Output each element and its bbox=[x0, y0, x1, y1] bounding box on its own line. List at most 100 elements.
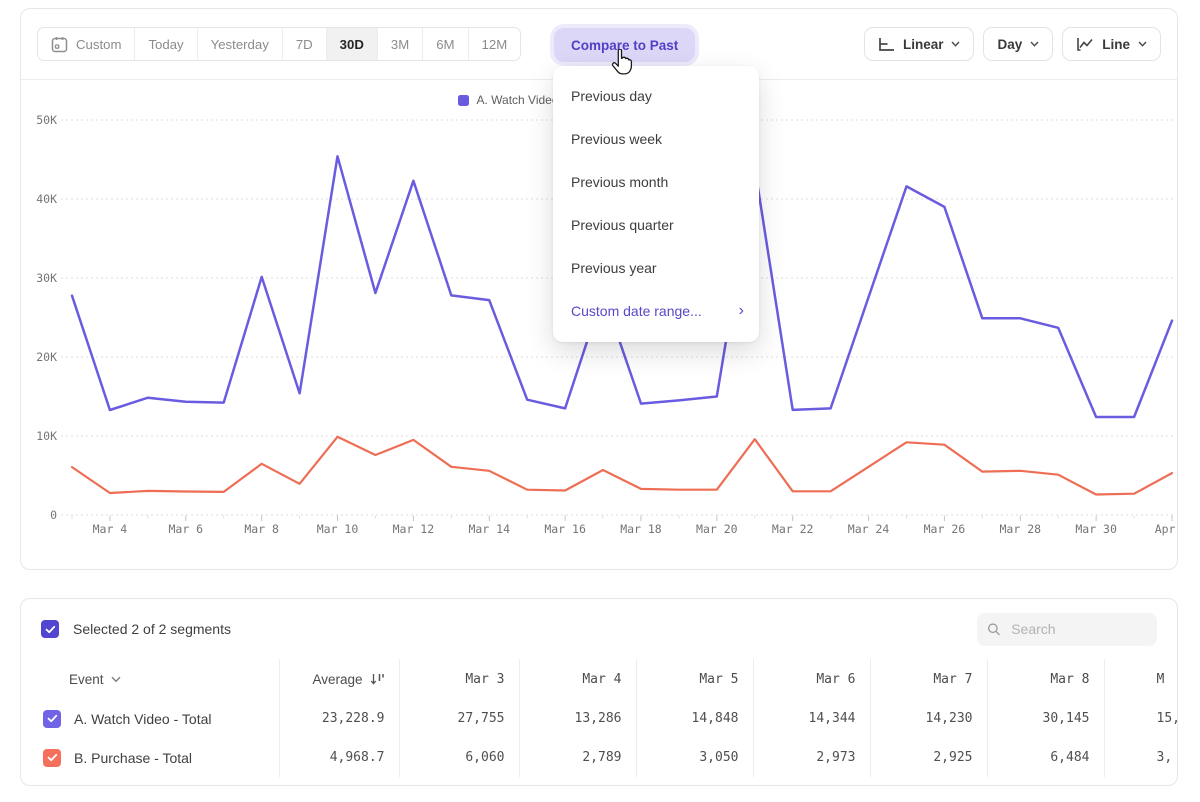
menu-item-previous-quarter[interactable]: Previous quarter bbox=[553, 203, 759, 246]
interval-select-button[interactable]: Day bbox=[983, 27, 1053, 61]
event-header-label: Event bbox=[69, 672, 104, 687]
selected-summary: Selected 2 of 2 segments bbox=[73, 621, 231, 637]
chevron-right-icon: › bbox=[739, 303, 744, 319]
check-icon bbox=[45, 625, 56, 634]
svg-text:30K: 30K bbox=[36, 271, 57, 285]
scale-label: Linear bbox=[903, 37, 944, 52]
segments-table: Event Average Mar 3Mar 4Mar 5Mar 6Mar 7Mar… bbox=[21, 659, 1178, 777]
date-column-header[interactable]: Mar 6 bbox=[753, 659, 870, 699]
search-input[interactable] bbox=[1009, 620, 1147, 638]
svg-text:40K: 40K bbox=[36, 192, 57, 206]
sort-descending-icon bbox=[370, 673, 385, 686]
svg-text:Mar 8: Mar 8 bbox=[244, 522, 279, 536]
menu-item-custom-date-range[interactable]: Custom date range... › bbox=[553, 289, 759, 332]
range-12m[interactable]: 12M bbox=[468, 28, 521, 60]
event-column-header[interactable]: Event bbox=[21, 659, 279, 699]
search-box bbox=[977, 613, 1157, 646]
date-column-header[interactable]: Mar 3 bbox=[399, 659, 519, 699]
svg-text:Mar 26: Mar 26 bbox=[924, 522, 966, 536]
range-30d[interactable]: 30D bbox=[326, 28, 377, 60]
range-today[interactable]: Today bbox=[134, 28, 196, 60]
average-header-label: Average bbox=[312, 672, 362, 687]
compare-to-past-menu: Previous dayPrevious weekPrevious monthP… bbox=[553, 66, 759, 342]
svg-text:Mar 20: Mar 20 bbox=[696, 522, 738, 536]
analytics-page: { "toolbar": { "date_ranges": ["Custom",… bbox=[0, 0, 1200, 802]
svg-text:Mar 10: Mar 10 bbox=[317, 522, 359, 536]
svg-text:20K: 20K bbox=[36, 350, 57, 364]
scale-select-button[interactable]: Linear bbox=[864, 27, 975, 61]
svg-text:Mar 14: Mar 14 bbox=[468, 522, 510, 536]
segments-header: Selected 2 of 2 segments bbox=[21, 599, 1177, 659]
svg-text:50K: 50K bbox=[36, 113, 57, 127]
value-cell: 2,973 bbox=[753, 738, 870, 777]
value-cell: 6,060 bbox=[399, 738, 519, 777]
line-chart-icon bbox=[1076, 37, 1094, 52]
table-row: B. Purchase - Total4,968.76,0602,7893,05… bbox=[21, 738, 1178, 777]
segment-name: B. Purchase - Total bbox=[74, 750, 192, 766]
event-cell: A. Watch Video - Total bbox=[21, 699, 279, 738]
chevron-down-icon bbox=[951, 41, 960, 47]
svg-text:Mar 18: Mar 18 bbox=[620, 522, 662, 536]
svg-text:Apr 1: Apr 1 bbox=[1155, 522, 1177, 536]
date-column-header[interactable]: Mar 8 bbox=[987, 659, 1104, 699]
range-label: 3M bbox=[391, 37, 409, 52]
value-cell: 15, bbox=[1104, 699, 1178, 738]
value-cell: 3, bbox=[1104, 738, 1178, 777]
svg-text:Mar 6: Mar 6 bbox=[168, 522, 203, 536]
range-label: 7D bbox=[296, 37, 313, 52]
range-label: 12M bbox=[482, 37, 508, 52]
value-cell: 13,286 bbox=[519, 699, 636, 738]
svg-text:Mar 16: Mar 16 bbox=[544, 522, 586, 536]
menu-item-previous-year[interactable]: Previous year bbox=[553, 246, 759, 289]
interval-label: Day bbox=[997, 37, 1022, 52]
value-cell: 2,789 bbox=[519, 738, 636, 777]
range-7d[interactable]: 7D bbox=[282, 28, 326, 60]
range-label: 30D bbox=[340, 37, 364, 52]
value-cell: 14,344 bbox=[753, 699, 870, 738]
event-cell: B. Purchase - Total bbox=[21, 738, 279, 777]
date-column-header[interactable]: Mar 7 bbox=[870, 659, 987, 699]
date-range-control: Custom Today Yesterday 7D 30D 3M 6M 12M bbox=[37, 27, 521, 61]
date-column-header[interactable]: Mar 5 bbox=[636, 659, 753, 699]
range-label: Today bbox=[148, 37, 183, 52]
chart-type-label: Line bbox=[1102, 37, 1130, 52]
value-cell: 30,145 bbox=[987, 699, 1104, 738]
menu-item-previous-week[interactable]: Previous week bbox=[553, 117, 759, 160]
range-6m[interactable]: 6M bbox=[422, 28, 467, 60]
table-header-row: Event Average Mar 3Mar 4Mar 5Mar 6Mar 7Mar… bbox=[21, 659, 1178, 699]
calendar-icon bbox=[51, 36, 68, 53]
value-cell: 14,230 bbox=[870, 699, 987, 738]
date-column-header[interactable]: Mar 4 bbox=[519, 659, 636, 699]
svg-text:Mar 4: Mar 4 bbox=[93, 522, 128, 536]
check-icon bbox=[47, 753, 58, 762]
chart-type-select-button[interactable]: Line bbox=[1062, 27, 1161, 61]
search-icon bbox=[987, 621, 1001, 638]
svg-text:10K: 10K bbox=[36, 429, 57, 443]
value-cell: 6,484 bbox=[987, 738, 1104, 777]
svg-text:Mar 28: Mar 28 bbox=[1000, 522, 1042, 536]
average-value: 23,228.9 bbox=[279, 699, 399, 738]
range-3m[interactable]: 3M bbox=[377, 28, 422, 60]
range-label: Custom bbox=[76, 37, 121, 52]
range-custom[interactable]: Custom bbox=[38, 28, 134, 60]
menu-item-previous-day[interactable]: Previous day bbox=[553, 74, 759, 117]
value-cell: 27,755 bbox=[399, 699, 519, 738]
segment-checkbox[interactable] bbox=[43, 710, 61, 728]
menu-item-previous-month[interactable]: Previous month bbox=[553, 160, 759, 203]
chevron-down-icon bbox=[111, 676, 121, 683]
segment-checkbox[interactable] bbox=[43, 749, 61, 767]
chevron-down-icon bbox=[1030, 41, 1039, 47]
chevron-down-icon bbox=[1138, 41, 1147, 47]
svg-text:Mar 22: Mar 22 bbox=[772, 522, 814, 536]
custom-date-range-label: Custom date range... bbox=[571, 303, 702, 319]
toolbar-right-group: Linear Day Line bbox=[864, 27, 1161, 61]
table-row: A. Watch Video - Total 23,228.927,75513,2… bbox=[21, 699, 1178, 738]
segment-name: A. Watch Video - Total bbox=[74, 711, 211, 727]
range-yesterday[interactable]: Yesterday bbox=[197, 28, 282, 60]
value-cell: 14,848 bbox=[636, 699, 753, 738]
cursor-pointer-icon bbox=[611, 49, 633, 75]
date-column-header[interactable]: M bbox=[1104, 659, 1178, 699]
average-column-header[interactable]: Average bbox=[279, 659, 399, 699]
value-cell: 3,050 bbox=[636, 738, 753, 777]
select-all-checkbox[interactable] bbox=[41, 620, 59, 638]
